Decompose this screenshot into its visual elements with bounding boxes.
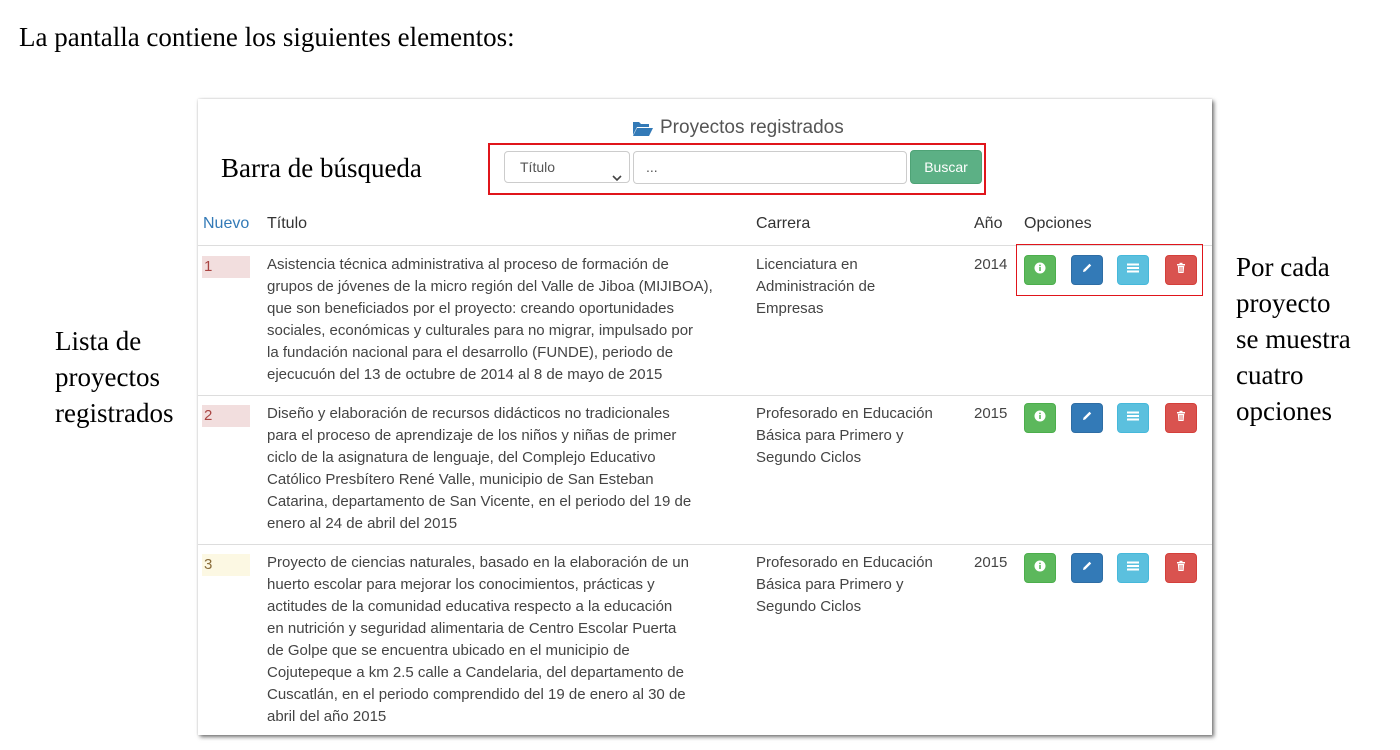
search-input[interactable]: ... <box>633 151 907 184</box>
project-carrera: Profesorado en Educación Básica para Pri… <box>756 554 933 615</box>
project-title: Diseño y elaboración de recursos didácti… <box>267 405 692 532</box>
intro-text: La pantalla contiene los siguientes elem… <box>19 22 515 52</box>
project-year: 2015 <box>974 554 1008 571</box>
row-number: 3 <box>202 554 250 576</box>
details-button[interactable] <box>1117 553 1149 583</box>
pencil-icon <box>1081 409 1093 427</box>
list-icon <box>1126 409 1140 427</box>
delete-button[interactable] <box>1165 553 1197 583</box>
info-icon <box>1034 559 1046 577</box>
panel-title: Proyectos registrados <box>632 117 844 139</box>
edit-button[interactable] <box>1071 553 1103 583</box>
chevron-down-icon <box>612 162 622 192</box>
project-year: 2014 <box>974 256 1008 273</box>
row-divider <box>198 544 1212 545</box>
delete-button[interactable] <box>1165 403 1197 433</box>
header-nuevo[interactable]: Nuevo <box>203 215 249 233</box>
annotation-options: Por cada proyecto se muestra cuatro opci… <box>1236 252 1351 426</box>
info-button[interactable] <box>1024 403 1056 433</box>
row-number: 2 <box>202 405 250 427</box>
folder-open-icon <box>632 120 654 137</box>
pencil-icon <box>1081 559 1093 577</box>
list-icon <box>1126 559 1140 577</box>
panel-title-text: Proyectos registrados <box>660 117 844 138</box>
trash-icon <box>1175 559 1187 577</box>
info-button[interactable] <box>1024 553 1056 583</box>
project-year: 2015 <box>974 405 1008 422</box>
header-titulo: Título <box>267 215 308 232</box>
project-carrera: Licenciatura en Administración de Empres… <box>756 256 876 317</box>
row-divider <box>198 395 1212 396</box>
header-anio: Año <box>974 215 1003 232</box>
header-opciones: Opciones <box>1024 215 1092 232</box>
info-icon <box>1034 409 1046 427</box>
options-highlight <box>1016 244 1203 296</box>
header-carrera: Carrera <box>756 215 811 232</box>
annotation-search-bar: Barra de búsqueda <box>221 153 422 183</box>
search-field-select[interactable]: Título <box>504 151 630 183</box>
row-number: 1 <box>202 256 250 278</box>
project-title: Proyecto de ciencias naturales, basado e… <box>267 554 689 725</box>
project-title: Asistencia técnica administrativa al pro… <box>267 256 713 383</box>
details-button[interactable] <box>1117 403 1149 433</box>
search-field-select-value: Título <box>520 159 556 175</box>
projects-panel: Proyectos registrados Título ... Buscar … <box>198 99 1212 735</box>
search-button[interactable]: Buscar <box>910 150 982 184</box>
annotation-project-list: Lista de proyectos registrados <box>55 326 174 428</box>
trash-icon <box>1175 409 1187 427</box>
project-carrera: Profesorado en Educación Básica para Pri… <box>756 405 933 466</box>
search-input-placeholder: ... <box>646 159 658 175</box>
edit-button[interactable] <box>1071 403 1103 433</box>
